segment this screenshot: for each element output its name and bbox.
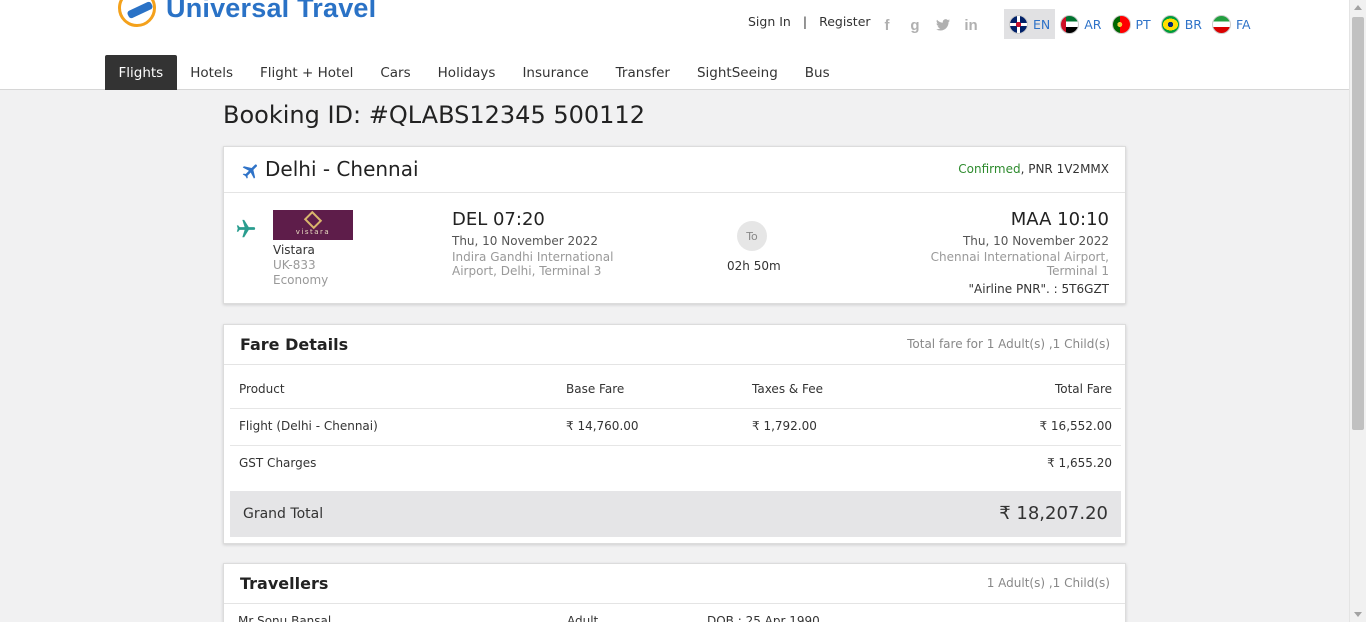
fare-card-header: Fare Details Total fare for 1 Adult(s) ,… — [224, 325, 1125, 365]
col-base-fare: Base Fare — [566, 382, 625, 396]
portugal-flag-icon — [1111, 14, 1131, 34]
to-badge: To — [737, 221, 767, 251]
cabin-class: Economy — [273, 273, 329, 287]
table-row: Flight (Delhi - Chennai) ₹ 14,760.00 ₹ 1… — [230, 409, 1121, 446]
lang-label: PT — [1135, 16, 1151, 32]
nav-holidays[interactable]: Holidays — [424, 55, 509, 90]
pnr: PNR 1V2MMX — [1028, 162, 1109, 176]
cell-base-fare: ₹ 14,760.00 — [566, 419, 639, 433]
lang-label: BR — [1184, 16, 1202, 32]
flight-card-header: Delhi - Chennai Confirmed, PNR 1V2MMX — [224, 147, 1125, 193]
scroll-thumb[interactable] — [1352, 17, 1364, 430]
status-confirmed: Confirmed — [958, 162, 1021, 176]
scroll-up-arrow-icon[interactable] — [1354, 5, 1362, 10]
linkedin-icon[interactable]: in — [964, 16, 978, 34]
nav-bus[interactable]: Bus — [791, 55, 843, 90]
col-total: Total Fare — [1054, 382, 1112, 396]
lang-label: FA — [1235, 16, 1251, 32]
cell-taxes: ₹ 1,792.00 — [752, 419, 817, 433]
brand-name: Universal Travel — [166, 0, 377, 23]
lang-br[interactable]: BR — [1156, 9, 1207, 39]
nav-flights[interactable]: Flights — [105, 55, 177, 90]
departure-date: Thu, 10 November 2022 — [452, 234, 599, 248]
traveller-name: Mr Sonu Bansal — [238, 614, 332, 622]
arrival-airport: Chennai International Airport, Terminal … — [930, 250, 1109, 278]
cell-total: ₹ 1,655.20 — [1047, 456, 1112, 470]
lang-label: EN — [1033, 16, 1051, 32]
grand-total-label: Grand Total — [243, 506, 324, 522]
fare-table-header: Product Base Fare Taxes & Fee Total Fare — [230, 372, 1121, 409]
traveller-dob: DOB : 25 Apr 1990 — [707, 614, 820, 622]
cell-product: GST Charges — [239, 456, 317, 470]
main-nav: Flights Hotels Flight + Hotel Cars Holid… — [105, 55, 843, 90]
flight-number: UK-833 — [273, 258, 316, 272]
grand-total-row: Grand Total ₹ 18,207.20 — [230, 491, 1121, 537]
fare-details-title: Fare Details — [240, 335, 349, 354]
col-product: Product — [239, 382, 285, 396]
travellers-title: Travellers — [240, 574, 329, 593]
status-separator: , — [1020, 162, 1025, 176]
grand-total-value: ₹ 18,207.20 — [999, 503, 1108, 524]
brand-logo[interactable]: Universal Travel — [118, 0, 376, 28]
flight-route: Delhi - Chennai — [265, 157, 419, 181]
travellers-card: Travellers 1 Adult(s) ,1 Child(s) Mr Son… — [223, 563, 1126, 622]
nav-flight-hotel[interactable]: Flight + Hotel — [247, 55, 367, 90]
table-row: GST Charges ₹ 1,655.20 — [230, 446, 1121, 483]
facebook-icon[interactable]: f — [880, 16, 894, 34]
booking-status: Confirmed, PNR 1V2MMX — [958, 162, 1109, 176]
nav-cars[interactable]: Cars — [367, 55, 424, 90]
nav-insurance[interactable]: Insurance — [509, 55, 602, 90]
top-header: Universal Travel Sign In | Register f g … — [0, 0, 1349, 90]
uk-flag-icon — [1009, 14, 1028, 34]
traveller-type: Adult — [567, 614, 599, 622]
scroll-down-arrow-icon[interactable] — [1354, 612, 1362, 617]
cell-product: Flight (Delhi - Chennai) — [239, 419, 378, 433]
google-icon[interactable]: g — [908, 16, 922, 34]
fare-details-card: Fare Details Total fare for 1 Adult(s) ,… — [223, 324, 1126, 544]
travellers-summary: 1 Adult(s) ,1 Child(s) — [986, 576, 1110, 590]
language-switcher: EN AR PT BR FA — [1004, 9, 1256, 39]
auth-separator: | — [802, 14, 808, 29]
lang-en[interactable]: EN — [1004, 9, 1056, 39]
lang-label: AR — [1084, 16, 1102, 32]
departure-time: DEL 07:20 — [452, 209, 545, 230]
sign-in-link[interactable]: Sign In — [748, 14, 791, 29]
travellers-card-header: Travellers 1 Adult(s) ,1 Child(s) — [224, 564, 1125, 604]
departure-plane-icon — [236, 219, 256, 238]
nav-sightseeing[interactable]: SightSeeing — [683, 55, 791, 90]
register-link[interactable]: Register — [819, 14, 870, 29]
lang-ar[interactable]: AR — [1055, 9, 1106, 39]
brazil-flag-icon — [1160, 14, 1180, 34]
lang-fa[interactable]: FA — [1207, 9, 1256, 39]
col-taxes: Taxes & Fee — [752, 382, 824, 396]
nav-hotels[interactable]: Hotels — [177, 55, 247, 90]
airline-pnr: "Airline PNR". : 5T6GZT — [968, 282, 1109, 296]
auth-links: Sign In | Register — [748, 14, 871, 29]
nav-transfer[interactable]: Transfer — [602, 55, 683, 90]
airplane-icon — [242, 164, 257, 179]
booking-id-title: Booking ID: #QLABS12345 500112 — [223, 101, 645, 129]
cell-total: ₹ 16,552.00 — [1039, 419, 1112, 433]
airline-logo: vistara — [273, 210, 353, 240]
airline-name: Vistara — [273, 243, 315, 257]
fare-passenger-summary: Total fare for 1 Adult(s) ,1 Child(s) — [907, 337, 1110, 351]
arrival-date: Thu, 10 November 2022 — [962, 234, 1109, 248]
arrival-time: MAA 10:10 — [1010, 209, 1109, 230]
flight-duration: 02h 50m — [727, 259, 781, 273]
flight-summary-card: Delhi - Chennai Confirmed, PNR 1V2MMX vi… — [223, 146, 1126, 304]
vistara-mark-icon — [303, 210, 323, 230]
globe-plane-icon — [118, 0, 156, 27]
flight-segment: vistara Vistara UK-833 Economy DEL 07:20… — [224, 193, 1125, 304]
page-scrollbar[interactable] — [1349, 0, 1366, 622]
departure-airport: Indira Gandhi International Airport, Del… — [452, 250, 614, 278]
iran-flag-icon — [1211, 14, 1231, 34]
social-links: f g in — [880, 16, 978, 34]
twitter-icon[interactable] — [936, 16, 950, 34]
fare-table: Product Base Fare Taxes & Fee Total Fare… — [230, 372, 1121, 483]
uae-flag-icon — [1060, 14, 1080, 34]
lang-pt[interactable]: PT — [1107, 9, 1156, 39]
